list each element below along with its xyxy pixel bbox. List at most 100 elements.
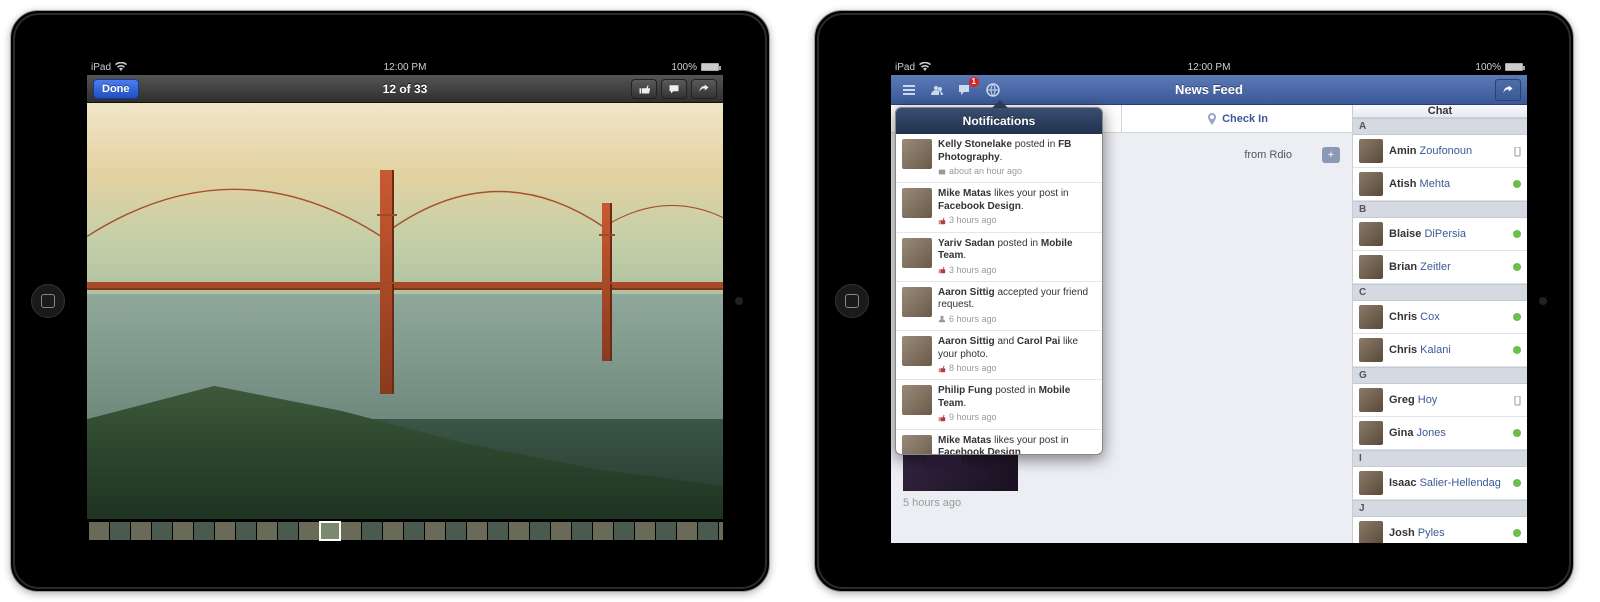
chat-contact[interactable]: Chris Cox — [1353, 301, 1527, 334]
filmstrip-current[interactable] — [320, 522, 340, 540]
people-icon — [929, 82, 945, 98]
avatar — [902, 287, 932, 317]
photo-toolbar: Done 12 of 33 — [87, 75, 723, 103]
contact-name: Greg Hoy — [1389, 394, 1507, 406]
ipad-facebook: iPad 12:00 PM 100% 1 — [814, 10, 1574, 592]
notifications-title: Notifications — [896, 108, 1102, 134]
status-bar: iPad 12:00 PM 100% — [891, 59, 1527, 75]
photo-image[interactable] — [87, 103, 723, 519]
avatar — [902, 336, 932, 366]
photo-app: Done 12 of 33 — [87, 75, 723, 543]
notification-time: 8 hours ago — [938, 363, 1096, 374]
notification-item[interactable]: Aaron Sittig accepted your friend reques… — [896, 282, 1102, 331]
chat-section-header: I — [1353, 450, 1527, 467]
avatar — [1359, 305, 1383, 329]
chat-contact[interactable]: Blaise DiPersia — [1353, 218, 1527, 251]
chat-contact[interactable]: Greg Hoy — [1353, 384, 1527, 417]
thumbs-up-icon — [638, 83, 650, 95]
avatar — [902, 238, 932, 268]
chat-contact[interactable]: Amin Zoufonoun — [1353, 135, 1527, 168]
avatar — [1359, 172, 1383, 196]
share-icon — [698, 83, 710, 95]
contact-name: Brian Zeitler — [1389, 261, 1507, 273]
messages-badge: 1 — [969, 77, 979, 87]
avatar — [1359, 421, 1383, 445]
like-button[interactable] — [631, 79, 657, 99]
chat-contact[interactable]: Isaac Salier-Hellendag — [1353, 467, 1527, 500]
notifications-button[interactable] — [981, 79, 1005, 101]
composer-checkin[interactable]: Check In — [1122, 105, 1352, 132]
avatar — [902, 385, 932, 415]
share-button[interactable] — [691, 79, 717, 99]
contact-name: Gina Jones — [1389, 427, 1507, 439]
menu-button[interactable] — [897, 79, 921, 101]
avatar — [1359, 139, 1383, 163]
chat-list[interactable]: A Amin Zoufonoun Atish Mehta BBlaise DiPers… — [1353, 118, 1527, 543]
friend-requests-button[interactable] — [925, 79, 949, 101]
messages-button[interactable]: 1 — [953, 79, 977, 101]
notification-item[interactable]: Mike Matas likes your post in Facebook D… — [896, 183, 1102, 232]
fb-navbar: 1 News Feed — [891, 75, 1527, 105]
chat-header: Chat — [1353, 105, 1527, 118]
filmstrip[interactable] — [87, 519, 723, 543]
avatar — [1359, 255, 1383, 279]
pin-icon — [1206, 113, 1218, 125]
avatar — [1359, 338, 1383, 362]
front-camera — [735, 297, 743, 305]
avatar — [902, 139, 932, 169]
clock: 12:00 PM — [891, 62, 1527, 73]
battery-icon — [701, 63, 719, 71]
front-camera — [1539, 297, 1547, 305]
photo-counter: 12 of 33 — [87, 82, 723, 96]
notification-item[interactable]: Kelly Stonelake posted in FB Photography… — [896, 134, 1102, 183]
avatar — [1359, 521, 1383, 543]
avatar — [902, 188, 932, 218]
notifications-list[interactable]: Kelly Stonelake posted in FB Photography… — [896, 134, 1102, 454]
feed-timestamp: 5 hours ago — [903, 495, 1340, 513]
online-indicator — [1513, 346, 1521, 354]
ipad-photo-viewer: iPad 12:00 PM 100% Done 12 of 33 — [10, 10, 770, 592]
online-indicator — [1513, 180, 1521, 188]
notification-time: 3 hours ago — [938, 215, 1096, 226]
home-button[interactable] — [31, 284, 65, 318]
contact-name: Amin Zoufonoun — [1389, 145, 1507, 157]
screen: iPad 12:00 PM 100% Done 12 of 33 — [87, 59, 723, 543]
notification-item[interactable]: Aaron Sittig and Carol Pai like your pho… — [896, 331, 1102, 380]
chat-contact[interactable]: Chris Kalani — [1353, 334, 1527, 367]
avatar — [1359, 471, 1383, 495]
online-indicator — [1513, 230, 1521, 238]
home-button[interactable] — [835, 284, 869, 318]
compose-button[interactable] — [1495, 79, 1521, 101]
chat-sidebar: Chat A Amin Zoufonoun Atish Mehta BBlaise D… — [1352, 105, 1527, 543]
contact-name: Chris Kalani — [1389, 344, 1507, 356]
chat-contact[interactable]: Gina Jones — [1353, 417, 1527, 450]
comment-button[interactable] — [661, 79, 687, 99]
hamburger-icon — [901, 82, 917, 98]
chat-section-header: J — [1353, 500, 1527, 517]
chat-section-header: B — [1353, 201, 1527, 218]
clock: 12:00 PM — [87, 62, 723, 73]
notification-item[interactable]: Yariv Sadan posted in Mobile Team.3 hour… — [896, 233, 1102, 282]
status-bar: iPad 12:00 PM 100% — [87, 59, 723, 75]
chat-section-header: A — [1353, 118, 1527, 135]
avatar — [1359, 222, 1383, 246]
online-indicator — [1513, 313, 1521, 321]
screen: iPad 12:00 PM 100% 1 — [891, 59, 1527, 543]
avatar — [1359, 388, 1383, 412]
chat-contact[interactable]: Josh Pyles — [1353, 517, 1527, 543]
contact-name: Isaac Salier-Hellendag — [1389, 477, 1507, 489]
share-icon — [1502, 84, 1514, 96]
notification-item[interactable]: Philip Fung posted in Mobile Team.9 hour… — [896, 380, 1102, 429]
online-indicator — [1513, 429, 1521, 437]
notification-item[interactable]: Mike Matas likes your post in Facebook D… — [896, 430, 1102, 455]
contact-name: Chris Cox — [1389, 311, 1507, 323]
chat-contact[interactable]: Atish Mehta — [1353, 168, 1527, 201]
comment-icon — [668, 83, 680, 95]
facebook-app: 1 News Feed — [891, 75, 1527, 543]
contact-name: Josh Pyles — [1389, 527, 1507, 539]
notification-time: about an hour ago — [938, 166, 1096, 177]
chat-contact[interactable]: Brian Zeitler — [1353, 251, 1527, 284]
add-button[interactable]: + — [1322, 147, 1340, 163]
done-button[interactable]: Done — [93, 79, 139, 99]
contact-name: Atish Mehta — [1389, 178, 1507, 190]
